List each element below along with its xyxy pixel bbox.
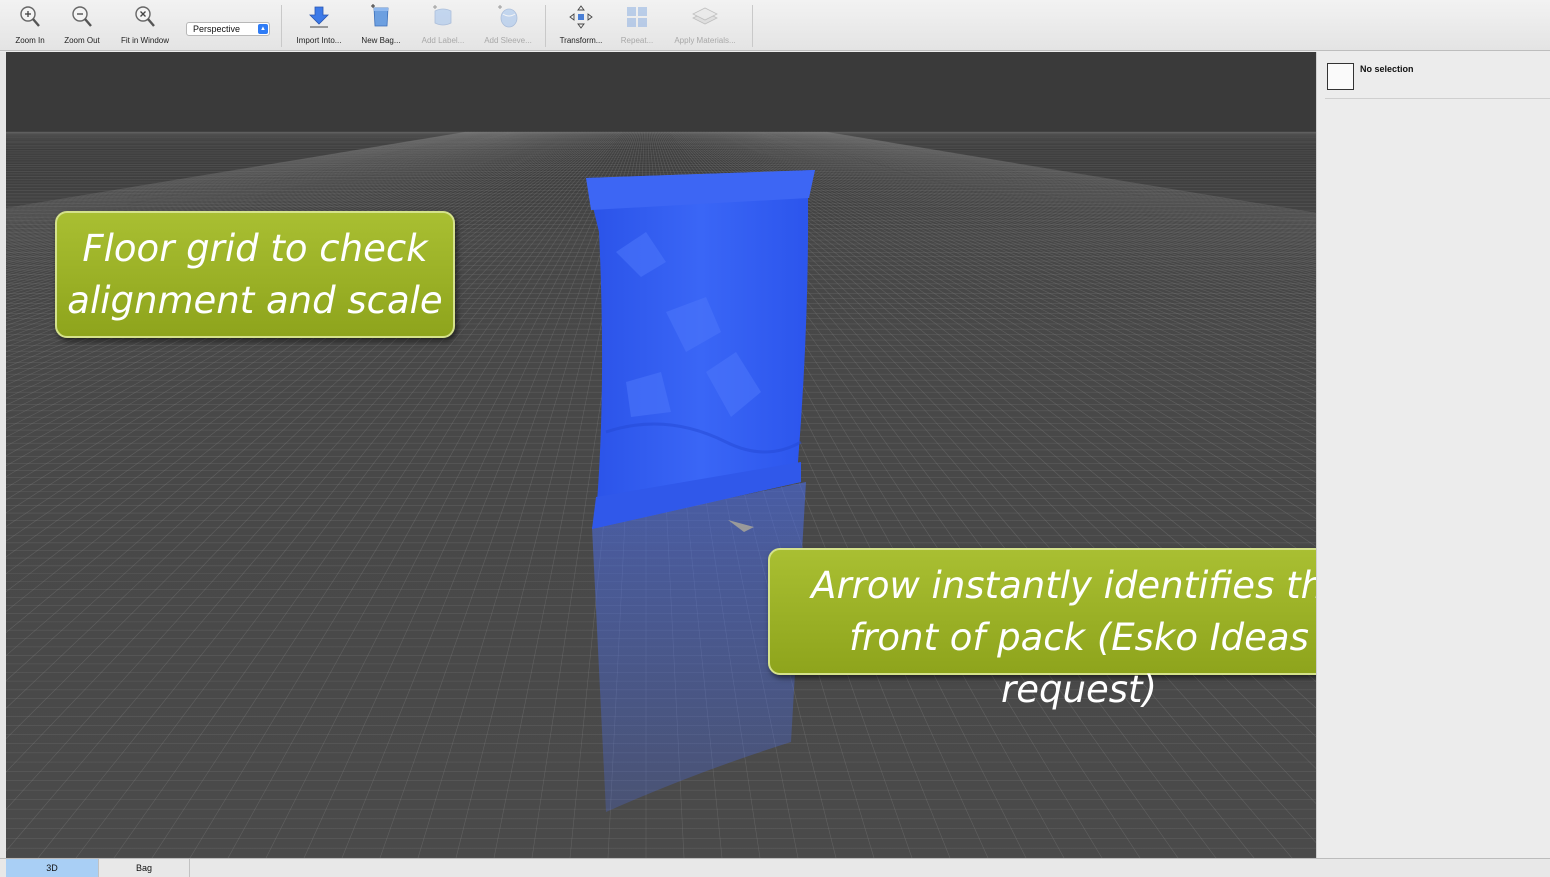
- fit-in-window-button[interactable]: Fit in Window: [116, 4, 174, 49]
- selection-panel: No selection: [1316, 52, 1550, 858]
- add-sleeve-button[interactable]: Add Sleeve...: [479, 4, 537, 49]
- arrow-callout-line2: front of pack (Esko Ideas request): [849, 616, 1309, 711]
- view-mode-select[interactable]: Perspective ▲: [186, 22, 270, 36]
- import-into-label: Import Into...: [296, 36, 342, 45]
- toolbar: Zoom In Zoom Out Fit in Window Perspecti…: [0, 0, 1550, 51]
- apply-materials-button[interactable]: Apply Materials...: [668, 4, 742, 49]
- materials-stack-icon: [692, 7, 718, 25]
- toolbar-separator: [545, 5, 546, 47]
- transform-label: Transform...: [559, 36, 603, 45]
- sleeve-icon: [498, 5, 518, 28]
- tab-3d-label: 3D: [46, 863, 58, 873]
- tab-3d[interactable]: 3D: [6, 859, 99, 877]
- add-sleeve-label: Add Sleeve...: [484, 36, 532, 45]
- zoom-in-button[interactable]: Zoom In: [10, 4, 50, 49]
- 3d-viewport[interactable]: Floor grid to check alignment and scale …: [6, 52, 1316, 858]
- bag-icon: [371, 4, 389, 27]
- label-icon: [433, 5, 452, 26]
- add-label-label: Add Label...: [421, 36, 465, 45]
- view-tabs: 3D Bag: [0, 858, 1550, 877]
- floor-grid-callout: Floor grid to check alignment and scale: [55, 211, 455, 338]
- 3d-scene[interactable]: [6, 52, 1316, 858]
- new-bag-button[interactable]: New Bag...: [356, 4, 406, 49]
- arrow-callout-line1: Arrow instantly identifies the: [811, 564, 1316, 607]
- new-bag-label: New Bag...: [361, 36, 401, 45]
- chevron-updown-icon: ▲: [258, 24, 268, 34]
- import-into-button[interactable]: Import Into...: [291, 4, 347, 49]
- fit-in-window-label: Fit in Window: [120, 36, 169, 45]
- zoom-out-icon: [72, 6, 92, 27]
- floor-grid-callout-line1: Floor grid to check: [82, 227, 428, 270]
- tab-bag[interactable]: Bag: [99, 859, 190, 877]
- selection-thumbnail: [1327, 63, 1354, 90]
- toolbar-separator: [752, 5, 753, 47]
- panel-divider: [1325, 98, 1550, 99]
- arrow-callout: Arrow instantly identifies the front of …: [768, 548, 1316, 711]
- repeat-button[interactable]: Repeat...: [617, 4, 657, 49]
- transform-button[interactable]: Transform...: [555, 4, 607, 49]
- view-mode-value: Perspective: [193, 24, 241, 34]
- tab-bag-label: Bag: [135, 863, 152, 873]
- floor-grid-callout-line2: alignment and scale: [67, 279, 443, 322]
- grid-repeat-icon: [627, 7, 647, 27]
- move-arrows-icon: [569, 5, 593, 29]
- import-arrow-icon: [309, 6, 329, 28]
- toolbar-separator: [281, 5, 282, 47]
- zoom-in-icon: [20, 6, 40, 27]
- zoom-out-label: Zoom Out: [64, 36, 100, 45]
- repeat-label: Repeat...: [620, 36, 654, 45]
- apply-materials-label: Apply Materials...: [674, 36, 736, 45]
- selection-title: No selection: [1360, 64, 1414, 74]
- zoom-out-button[interactable]: Zoom Out: [60, 4, 104, 49]
- add-label-button[interactable]: Add Label...: [415, 4, 471, 49]
- zoom-in-label: Zoom In: [15, 36, 45, 45]
- blue-bag-3d-model[interactable]: [586, 170, 815, 529]
- fit-in-window-icon: [135, 6, 155, 27]
